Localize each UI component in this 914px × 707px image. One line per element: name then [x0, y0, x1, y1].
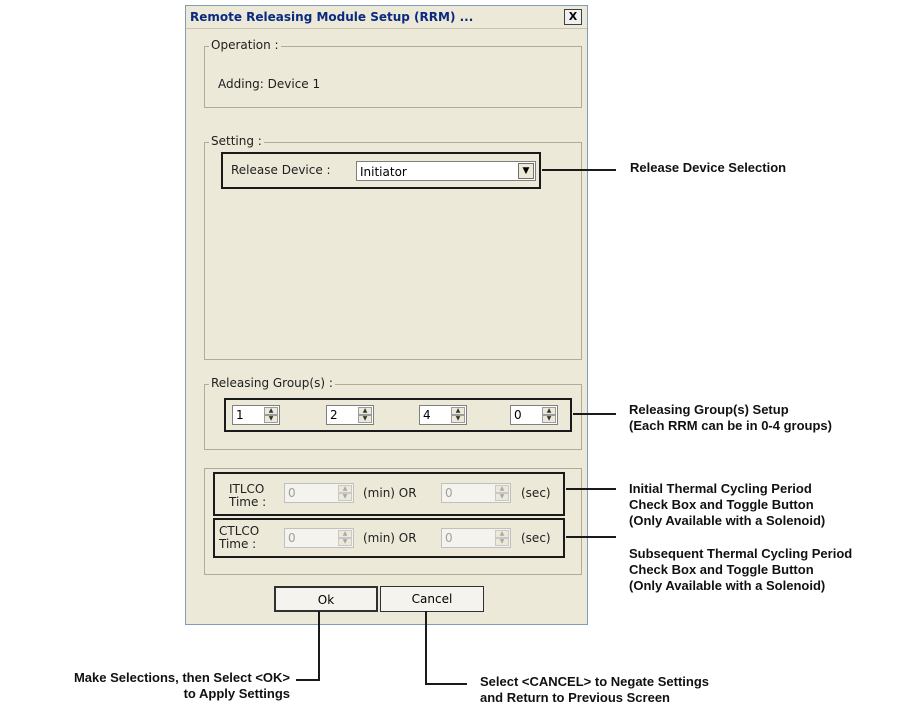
itlco-label-line2: Time :	[229, 495, 267, 509]
groups-note: Releasing Group(s) Setup (Each RRM can b…	[629, 402, 832, 434]
group-spinner-4[interactable]: 0 ▲ ▼	[510, 405, 558, 425]
initial-note-line1: Initial Thermal Cycling Period	[629, 481, 812, 496]
release-device-label: Release Device :	[231, 163, 331, 177]
group-value-2: 2	[330, 408, 338, 422]
group-value-3: 4	[423, 408, 431, 422]
rrm-setup-dialog: Remote Releasing Module Setup (RRM) ... …	[185, 5, 588, 625]
cancel-button[interactable]: Cancel	[380, 586, 484, 612]
spinner-down-icon[interactable]: ▼	[264, 415, 278, 423]
ctlco-label-line2: Time :	[219, 537, 257, 551]
subsequent-thermal-leader	[566, 536, 616, 538]
cancel-note-line1: Select <CANCEL> to Negate Settings	[480, 674, 709, 689]
itlco-min-or-label: (min) OR	[363, 486, 417, 500]
subsequent-note-line1: Subsequent Thermal Cycling Period	[629, 546, 853, 561]
ctlco-label: CTLCO Time :	[219, 525, 259, 551]
ctlco-sec-label: (sec)	[521, 531, 551, 545]
subsequent-thermal-note: Subsequent Thermal Cycling Period Check …	[629, 546, 852, 594]
spinner-down-icon[interactable]: ▼	[358, 415, 372, 423]
operation-group: Operation : Adding: Device 1	[204, 38, 582, 108]
ok-leader-vertical	[318, 611, 320, 681]
spinner-up-icon[interactable]: ▲	[495, 530, 509, 538]
ok-note-line2: to Apply Settings	[183, 686, 290, 701]
release-device-value: Initiator	[360, 165, 407, 179]
ctlco-label-line1: CTLCO	[219, 524, 260, 538]
spinner-down-icon[interactable]: ▼	[542, 415, 556, 423]
spinner-down-icon[interactable]: ▼	[495, 493, 509, 501]
initial-thermal-note: Initial Thermal Cycling Period Check Box…	[629, 481, 825, 529]
ctlco-min-spinner[interactable]: 0 ▲ ▼	[284, 528, 354, 548]
spinner-up-icon[interactable]: ▲	[451, 407, 465, 415]
spinner-down-icon[interactable]: ▼	[451, 415, 465, 423]
close-button[interactable]: X	[564, 9, 582, 25]
ok-leader-horizontal	[296, 679, 320, 681]
spinner-up-icon[interactable]: ▲	[542, 407, 556, 415]
cancel-leader-vertical	[425, 611, 427, 685]
operation-text: Adding: Device 1	[218, 77, 321, 91]
release-device-select[interactable]: Initiator ▼	[356, 161, 536, 181]
operation-group-label: Operation :	[209, 38, 281, 52]
chevron-down-icon[interactable]: ▼	[518, 163, 534, 179]
groups-note-line1: Releasing Group(s) Setup	[629, 402, 789, 417]
spinner-up-icon[interactable]: ▲	[264, 407, 278, 415]
groups-leader	[573, 413, 616, 415]
spinner-up-icon[interactable]: ▲	[495, 485, 509, 493]
cancel-note-line2: and Return to Previous Screen	[480, 690, 670, 705]
ctlco-min-value: 0	[288, 531, 296, 545]
group-value-4: 0	[514, 408, 522, 422]
dialog-title: Remote Releasing Module Setup (RRM) ...	[190, 10, 474, 24]
subsequent-note-line3: (Only Available with a Solenoid)	[629, 578, 826, 593]
spinner-up-icon[interactable]: ▲	[338, 485, 352, 493]
cancel-note: Select <CANCEL> to Negate Settings and R…	[480, 674, 709, 706]
subsequent-note-line2: Check Box and Toggle Button	[629, 562, 814, 577]
itlco-min-spinner[interactable]: 0 ▲ ▼	[284, 483, 354, 503]
title-bar[interactable]: Remote Releasing Module Setup (RRM) ... …	[186, 6, 587, 29]
group-value-1: 1	[236, 408, 244, 422]
group-spinner-1[interactable]: 1 ▲ ▼	[232, 405, 280, 425]
release-device-note: Release Device Selection	[630, 160, 787, 175]
spinner-down-icon[interactable]: ▼	[495, 538, 509, 546]
itlco-min-value: 0	[288, 486, 296, 500]
releasing-groups-label: Releasing Group(s) :	[209, 376, 335, 390]
group-spinner-3[interactable]: 4 ▲ ▼	[419, 405, 467, 425]
initial-note-line2: Check Box and Toggle Button	[629, 497, 814, 512]
release-device-leader	[542, 169, 616, 171]
ctlco-sec-value: 0	[445, 531, 453, 545]
spinner-up-icon[interactable]: ▲	[358, 407, 372, 415]
ok-note-line1: Make Selections, then Select <OK>	[73, 670, 290, 685]
spinner-down-icon[interactable]: ▼	[338, 493, 352, 501]
ctlco-sec-spinner[interactable]: 0 ▲ ▼	[441, 528, 511, 548]
itlco-sec-spinner[interactable]: 0 ▲ ▼	[441, 483, 511, 503]
groups-note-line2: (Each RRM can be in 0-4 groups)	[629, 418, 832, 433]
itlco-label-line1: ITLCO	[229, 482, 265, 496]
cancel-leader-horizontal	[425, 683, 467, 685]
group-spinner-2[interactable]: 2 ▲ ▼	[326, 405, 374, 425]
ctlco-min-or-label: (min) OR	[363, 531, 417, 545]
itlco-label: ITLCO Time :	[229, 483, 266, 509]
ok-button[interactable]: Ok	[274, 586, 378, 612]
spinner-down-icon[interactable]: ▼	[338, 538, 352, 546]
spinner-up-icon[interactable]: ▲	[338, 530, 352, 538]
setting-group-label: Setting :	[209, 134, 264, 148]
initial-note-line3: (Only Available with a Solenoid)	[629, 513, 826, 528]
itlco-sec-value: 0	[445, 486, 453, 500]
initial-thermal-leader	[566, 488, 616, 490]
itlco-sec-label: (sec)	[521, 486, 551, 500]
ok-note: Make Selections, then Select <OK> to App…	[10, 670, 290, 702]
